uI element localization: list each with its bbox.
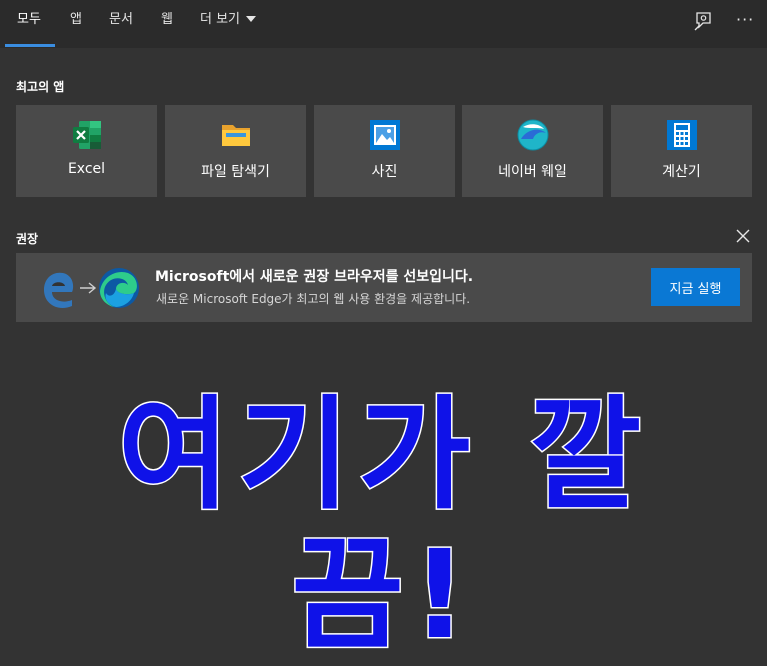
recommendation-title: Microsoft에서 새로운 권장 브라우저를 선보입니다. <box>155 269 474 285</box>
app-tile-naver-whale[interactable]: 네이버 웨일 <box>462 105 603 197</box>
tab-web[interactable]: 웹 <box>161 0 173 48</box>
whale-browser-icon <box>517 119 549 151</box>
chevron-down-icon <box>246 15 257 22</box>
recommended-heading: 권장 <box>16 232 39 246</box>
old-edge-icon <box>44 272 74 309</box>
recommendation-card: Microsoft에서 새로운 권장 브라우저를 선보입니다. 새로운 Micr… <box>16 253 752 322</box>
tab-all[interactable]: 모두 <box>17 0 41 48</box>
photos-icon <box>370 120 400 150</box>
app-label-file-explorer: 파일 탐색기 <box>201 164 270 180</box>
tab-more[interactable]: 더 보기 <box>200 0 257 48</box>
top-navigation: 모두 앱 문서 웹 더 보기 ··· <box>0 0 767 48</box>
folder-icon <box>222 125 250 146</box>
excel-icon <box>73 121 101 149</box>
app-tile-file-explorer[interactable]: 파일 탐색기 <box>165 105 306 197</box>
close-icon[interactable] <box>736 229 750 243</box>
run-now-button[interactable]: 지금 실행 <box>651 268 740 306</box>
overlay-caption: 여기가 깔끔! <box>116 384 650 666</box>
active-tab-indicator <box>5 44 55 47</box>
app-tile-calculator[interactable]: 계산기 <box>611 105 752 197</box>
edge-icon <box>99 268 139 308</box>
feedback-icon[interactable] <box>692 10 714 32</box>
tab-apps[interactable]: 앱 <box>70 0 82 48</box>
app-label-photos: 사진 <box>371 164 398 180</box>
app-tile-excel[interactable]: Excel <box>16 105 157 197</box>
app-label-calculator: 계산기 <box>662 164 701 180</box>
app-label-naver-whale: 네이버 웨일 <box>498 164 567 180</box>
calculator-icon <box>667 120 697 150</box>
app-label-excel: Excel <box>67 161 106 177</box>
top-apps-heading: 최고의 앱 <box>16 80 65 94</box>
more-options-button[interactable]: ··· <box>736 10 754 29</box>
tab-documents[interactable]: 문서 <box>109 0 133 48</box>
recommendation-subtitle: 새로운 Microsoft Edge가 최고의 웹 사용 환경을 제공합니다. <box>156 292 471 306</box>
arrow-right-icon <box>80 282 97 294</box>
app-tile-photos[interactable]: 사진 <box>314 105 455 197</box>
tab-more-label: 더 보기 <box>200 12 241 27</box>
